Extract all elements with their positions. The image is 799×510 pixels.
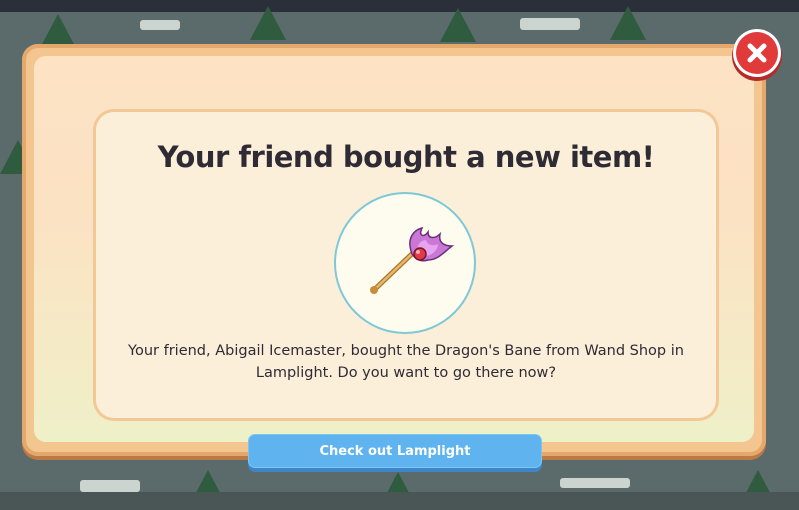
dialog-panel: Your friend bought a new item! Your frie… <box>96 112 716 418</box>
tree-decoration <box>440 8 476 42</box>
dialog-frame: Your friend bought a new item! Your frie… <box>22 44 766 456</box>
tree-decoration <box>250 6 286 40</box>
dialog-title: Your friend bought a new item! <box>157 140 655 174</box>
close-icon <box>747 43 767 63</box>
dialog-frame-inner: Your friend bought a new item! Your frie… <box>34 56 754 442</box>
snow-patch <box>140 20 180 30</box>
dialog-message: Your friend, Abigail Icemaster, bought t… <box>128 343 684 381</box>
item-display <box>336 194 474 332</box>
backdrop-bottom-band <box>0 492 799 510</box>
snow-patch <box>80 480 140 492</box>
snow-patch <box>520 18 580 30</box>
tree-decoration <box>40 14 76 48</box>
backdrop-top-band <box>0 0 799 12</box>
close-button[interactable] <box>736 32 778 74</box>
dragons-bane-wand-icon <box>370 226 455 294</box>
tree-decoration <box>610 6 646 40</box>
check-out-lamplight-button[interactable]: Check out Lamplight <box>248 434 542 468</box>
snow-patch <box>560 478 630 488</box>
